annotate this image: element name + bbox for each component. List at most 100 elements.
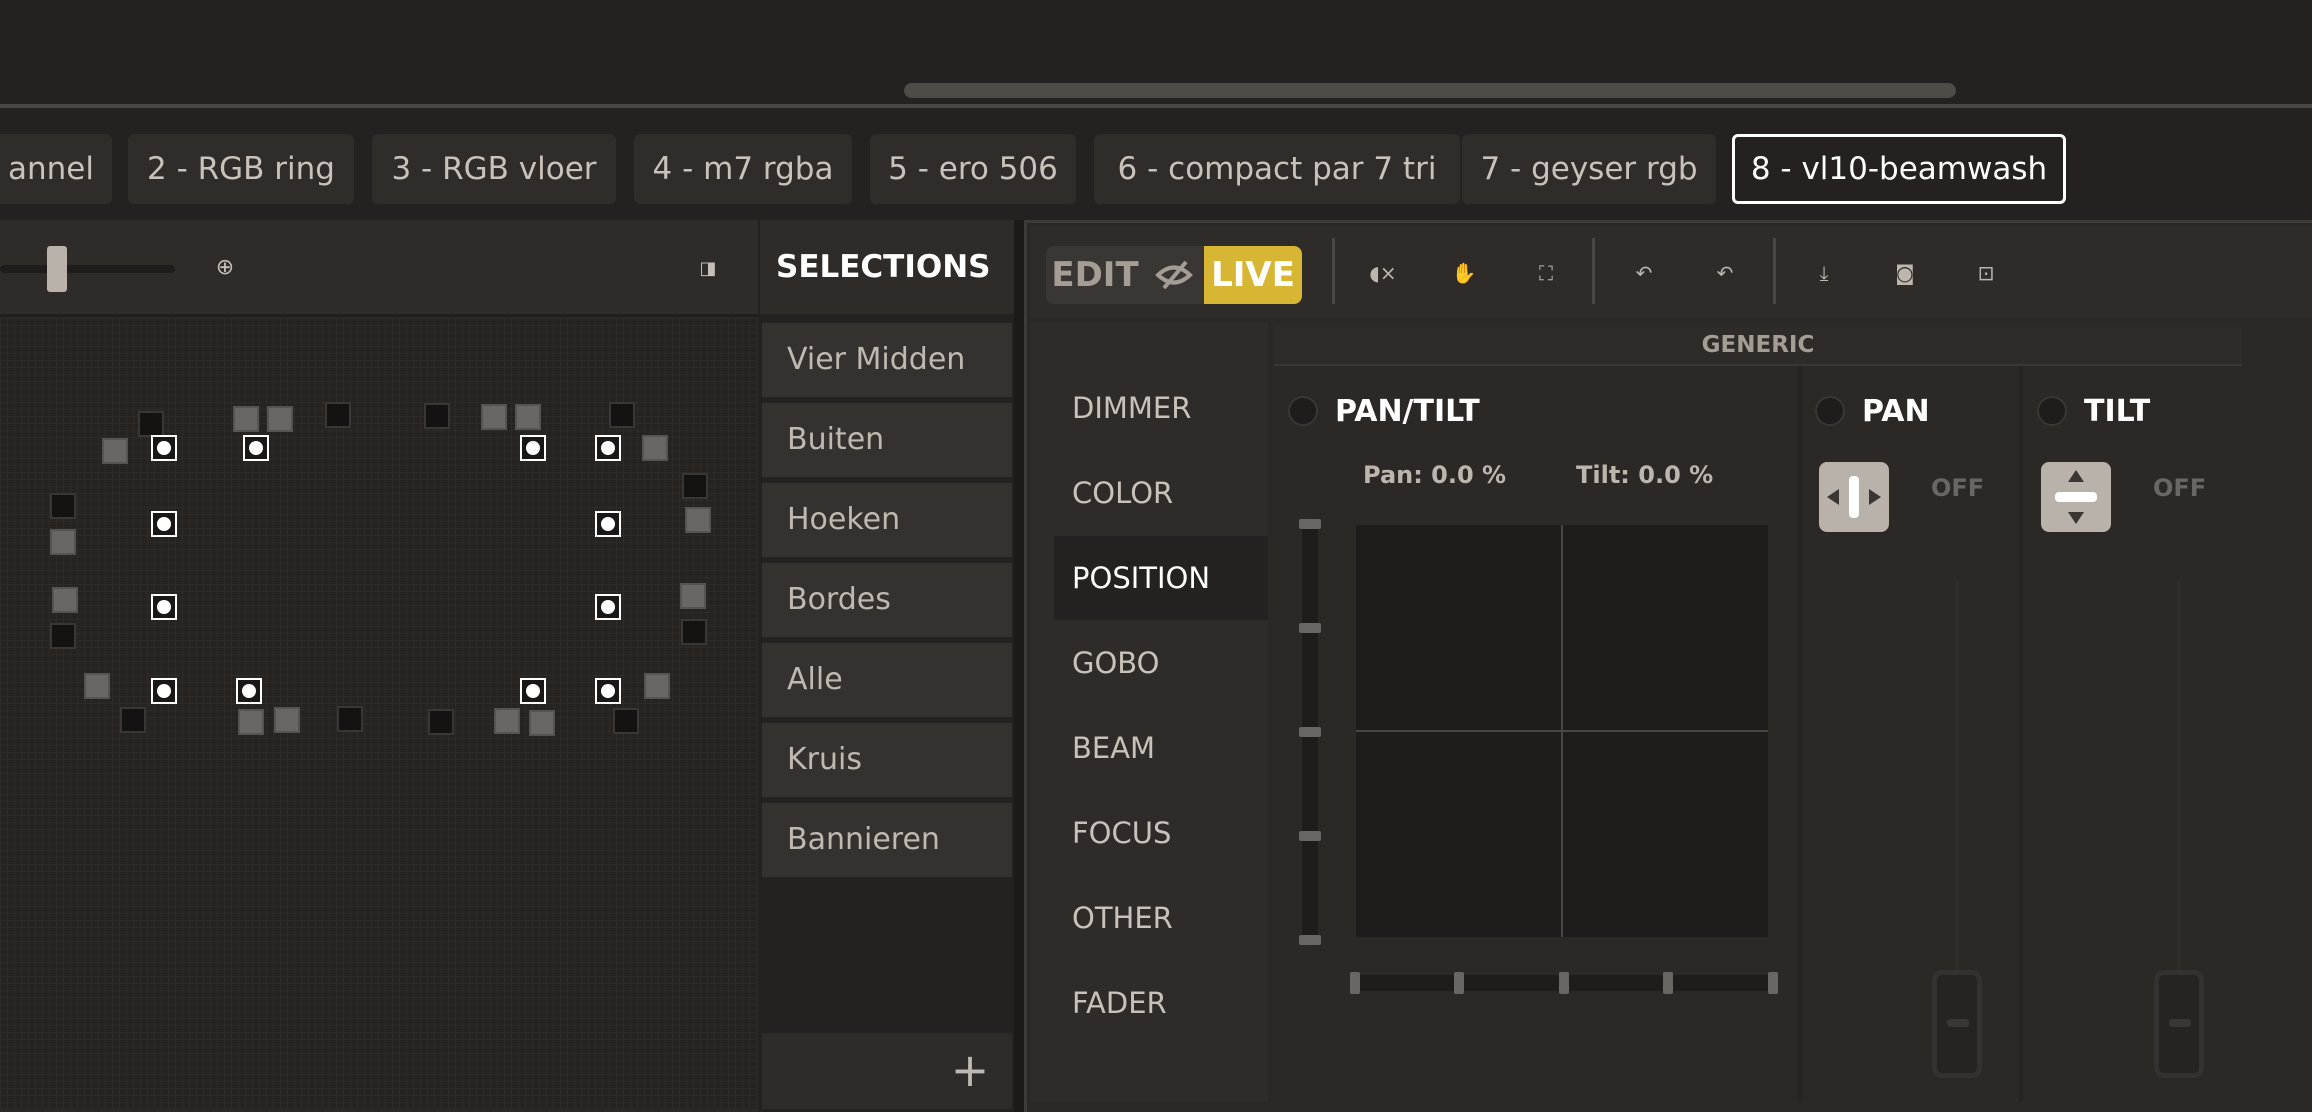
fixture-node[interactable] [138, 411, 164, 437]
category-dimmer[interactable]: DIMMER [1054, 366, 1268, 450]
fixture-node[interactable] [102, 438, 128, 464]
fixture-node[interactable] [50, 529, 76, 555]
fixture-node-selected[interactable] [151, 511, 177, 537]
pan-state-label: OFF [1931, 474, 1985, 502]
category-position[interactable]: POSITION [1054, 536, 1268, 620]
fixture-node-selected[interactable] [520, 435, 546, 461]
edit-button[interactable]: EDIT [1046, 246, 1144, 304]
selection-item[interactable]: Alle [762, 643, 1012, 717]
fixture-node-selected[interactable] [151, 594, 177, 620]
zoom-slider-track[interactable] [0, 265, 175, 273]
tab-fixture-6[interactable]: 6 - compact par 7 tri [1094, 134, 1460, 204]
fixture-node[interactable] [267, 406, 293, 432]
selection-item[interactable]: Hoeken [762, 483, 1012, 557]
fixture-node[interactable] [84, 673, 110, 699]
toolbar-separator [1773, 238, 1776, 304]
fixture-node[interactable] [481, 404, 507, 430]
reset-selected-icon[interactable]: ↶ [1710, 258, 1740, 288]
hand-icon[interactable]: ✋ [1449, 258, 1479, 288]
pantilt-radio[interactable] [1288, 396, 1318, 426]
fixture-node-selected[interactable] [520, 678, 546, 704]
tab-fixture-7[interactable]: 7 - geyser rgb [1462, 134, 1716, 204]
download-icon[interactable]: ⤓ [1809, 258, 1839, 288]
camera-settings-icon[interactable]: ⊡ [1971, 258, 2001, 288]
tilt-mode-button[interactable] [2041, 462, 2111, 532]
tab-fixture-2[interactable]: 2 - RGB ring [128, 134, 354, 204]
category-gobo[interactable]: GOBO [1054, 621, 1268, 705]
tilt-fine-fader-handle[interactable] [2154, 970, 2204, 1078]
category-beam[interactable]: BEAM [1054, 706, 1268, 790]
fixture-node[interactable] [325, 402, 351, 428]
fixture-node-selected[interactable] [595, 435, 621, 461]
selection-item[interactable]: Bordes [762, 563, 1012, 637]
fixture-node[interactable] [642, 435, 668, 461]
fixture-node[interactable] [424, 403, 450, 429]
fixture-node[interactable] [685, 507, 711, 533]
pan-title: PAN [1862, 394, 1930, 429]
category-color[interactable]: COLOR [1054, 451, 1268, 535]
tab-fixture-4[interactable]: 4 - m7 rgba [634, 134, 852, 204]
selection-item[interactable]: Buiten [762, 403, 1012, 477]
fixture-node-selected[interactable] [595, 678, 621, 704]
blind-toggle-button[interactable] [1144, 246, 1204, 304]
pan-radio[interactable] [1815, 396, 1845, 426]
zoom-fit-icon[interactable]: ⊕ [212, 255, 238, 281]
fader-tick [1350, 972, 1360, 994]
fixture-node[interactable] [337, 706, 363, 732]
pan-mode-button[interactable] [1819, 462, 1889, 532]
tab-fixture-3[interactable]: 3 - RGB vloer [372, 134, 616, 204]
fixture-layout-grid[interactable] [0, 318, 756, 1110]
fader-tick [1299, 935, 1321, 945]
fixture-node[interactable] [428, 709, 454, 735]
fader-tick [1299, 727, 1321, 737]
fixture-node[interactable] [681, 619, 707, 645]
panel-toggle-icon[interactable]: ◨ [695, 256, 721, 282]
select-frame-icon[interactable]: ⛶ [1531, 258, 1561, 288]
camera-icon[interactable]: ◙ [1890, 258, 1920, 288]
fixture-node[interactable] [682, 473, 708, 499]
fixture-node[interactable] [120, 707, 146, 733]
tab-fixture-8[interactable]: 8 - vl10-beamwash [1732, 134, 2066, 204]
fixture-node[interactable] [50, 493, 76, 519]
mute-icon[interactable]: ◖× [1368, 258, 1398, 288]
fixture-node-selected[interactable] [595, 594, 621, 620]
reset-all-icon[interactable]: ↶ [1629, 258, 1659, 288]
fixture-node-selected[interactable] [151, 435, 177, 461]
fixture-node-selected[interactable] [243, 435, 269, 461]
toolbar-separator [1592, 238, 1595, 304]
tab-fixture-5[interactable]: 5 - ero 506 [870, 134, 1076, 204]
live-button[interactable]: LIVE [1204, 246, 1302, 304]
horizontal-scrollbar-thumb[interactable] [904, 83, 1956, 98]
fixture-node-selected[interactable] [151, 678, 177, 704]
fixture-node[interactable] [274, 707, 300, 733]
fixture-node-selected[interactable] [236, 678, 262, 704]
fixture-node-selected[interactable] [595, 511, 621, 537]
selection-item[interactable]: Bannieren [762, 803, 1012, 877]
fixture-node[interactable] [494, 708, 520, 734]
tilt-readout: Tilt: 0.0 % [1576, 461, 1714, 489]
fixture-node[interactable] [50, 623, 76, 649]
fixture-node[interactable] [52, 587, 78, 613]
pan-fine-fader-handle[interactable] [1932, 970, 1982, 1078]
fixture-node[interactable] [529, 710, 555, 736]
category-focus[interactable]: FOCUS [1054, 791, 1268, 875]
category-fader[interactable]: FADER [1054, 961, 1268, 1045]
selection-item[interactable]: Vier Midden [762, 323, 1012, 397]
fixture-node[interactable] [680, 583, 706, 609]
panel-divider[interactable] [1014, 220, 1024, 1112]
fixture-node[interactable] [609, 402, 635, 428]
selections-title: SELECTIONS [760, 220, 1014, 314]
tilt-radio[interactable] [2037, 396, 2067, 426]
fixture-node[interactable] [238, 709, 264, 735]
zoom-slider-handle[interactable] [47, 246, 67, 292]
fixture-node[interactable] [233, 406, 259, 432]
fixture-node[interactable] [644, 673, 670, 699]
add-selection-icon[interactable]: + [950, 1045, 990, 1095]
fader-tick [1299, 831, 1321, 841]
fixture-node[interactable] [515, 404, 541, 430]
tab-fixture-1[interactable]: annel [0, 134, 112, 204]
fixture-node[interactable] [613, 708, 639, 734]
selection-item[interactable]: Kruis [762, 723, 1012, 797]
category-other[interactable]: OTHER [1054, 876, 1268, 960]
fader-tick [1768, 972, 1778, 994]
